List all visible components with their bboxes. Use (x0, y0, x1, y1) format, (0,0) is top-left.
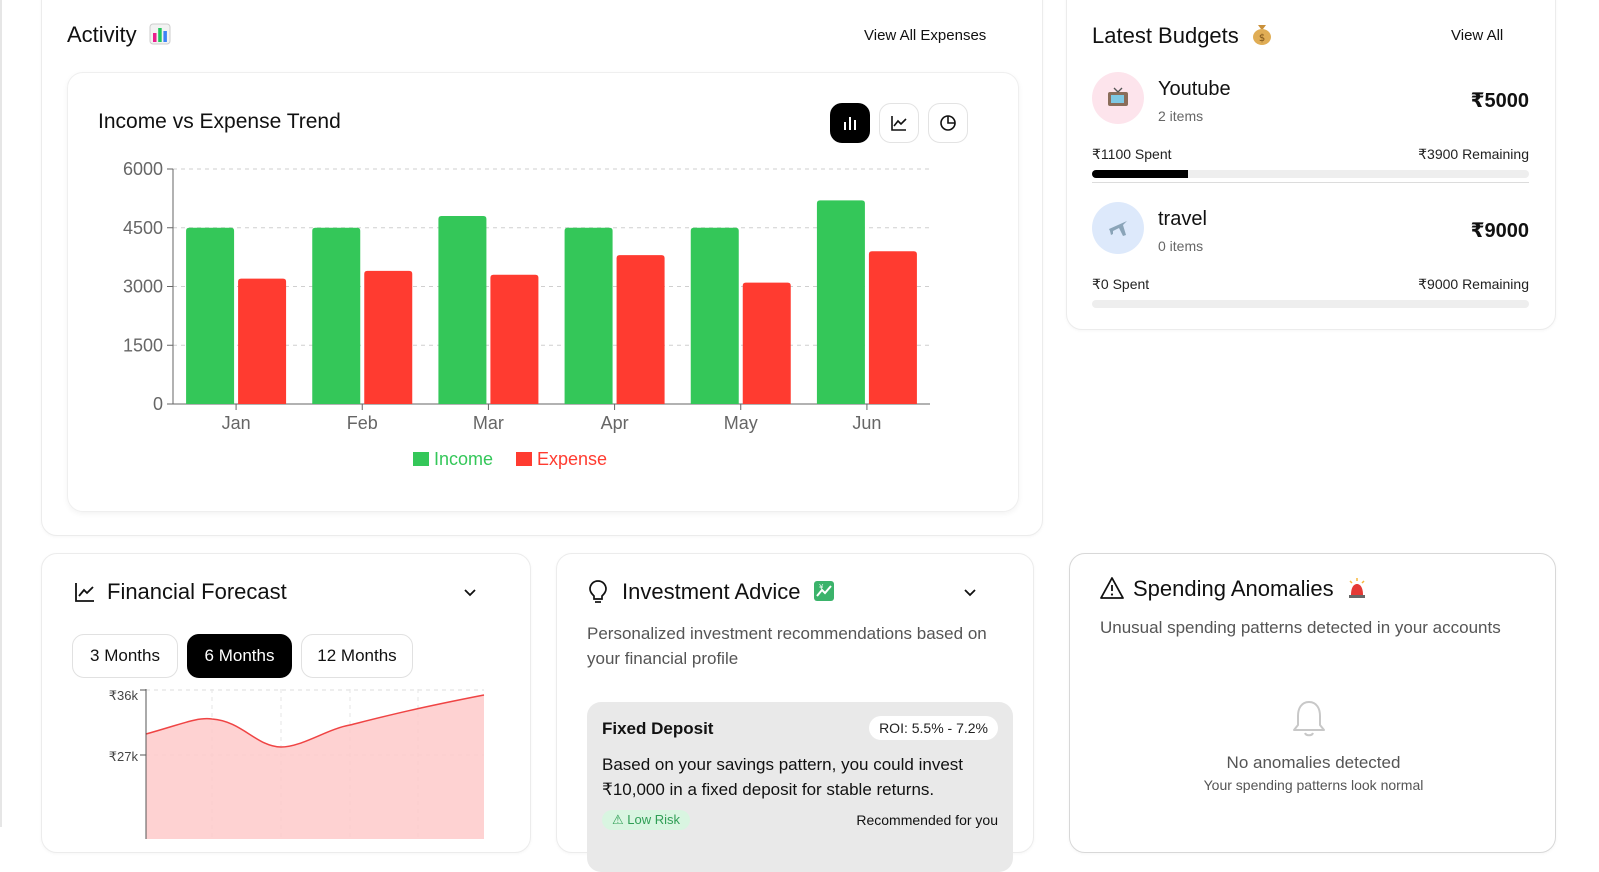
expense-bar (868, 251, 917, 404)
view-all-expenses-link[interactable]: View All Expenses (864, 27, 986, 44)
budget-items-count: 0 items (1158, 238, 1204, 254)
financial-forecast-card: Financial Forecast 3 Months 6 Months 12 … (41, 553, 531, 853)
anomalies-title-text: Spending Anomalies (1133, 576, 1334, 601)
y-tick-label: 1500 (123, 335, 163, 355)
lightbulb-icon (587, 579, 609, 610)
warning-icon: ⚠ (612, 812, 624, 827)
latest-budgets-card: Latest Budgets $ View All Youtube 2 item… (1066, 0, 1556, 330)
legend-swatch-income (413, 452, 429, 466)
y-tick-label: 4500 (123, 218, 163, 238)
budgets-title: Latest Budgets $ (1092, 22, 1273, 52)
investment-collapse-chevron-icon[interactable] (962, 584, 978, 605)
budget-item-youtube[interactable]: Youtube 2 items ₹5000 ₹1100 Spent ₹3900 … (1092, 72, 1529, 182)
roi-badge: ROI: 5.5% - 7.2% (869, 716, 998, 740)
budget-items-count: 2 items (1158, 108, 1204, 124)
investment-advice-item[interactable]: Fixed Deposit ROI: 5.5% - 7.2% Based on … (587, 702, 1013, 872)
forecast-collapse-chevron-icon[interactable] (462, 584, 478, 605)
trend-chart-icon (73, 580, 97, 609)
legend-label-income: Income (434, 449, 493, 469)
expense-bar (238, 278, 287, 404)
y-tick-label: 0 (153, 394, 163, 414)
x-tick-label: May (724, 413, 758, 433)
investment-description: Personalized investment recommendations … (587, 624, 987, 668)
forecast-ytick-label: ₹27k (109, 749, 139, 764)
income-expense-chart-card: Income vs Expense Trend 0 1500 3000 4500 600… (67, 72, 1019, 512)
advice-text: Based on your savings pattern, you could… (602, 755, 963, 799)
expense-bar (616, 255, 665, 404)
activity-title-text: Activity (67, 22, 137, 47)
alert-triangle-icon (1099, 576, 1125, 605)
empty-state-subtitle: Your spending patterns look normal (1203, 777, 1424, 793)
x-tick-label: Jun (852, 413, 881, 433)
svg-text:$: $ (1259, 33, 1265, 44)
budget-divider (1092, 182, 1529, 183)
x-tick-label: Mar (473, 413, 504, 433)
recommendation-note: Recommended for you (856, 812, 998, 828)
income-bar (186, 227, 235, 404)
spending-anomalies-card: Spending Anomalies Unusual spending patt… (1069, 553, 1556, 853)
budget-spent: ₹1100 Spent (1092, 146, 1172, 162)
x-tick-label: Apr (601, 413, 629, 433)
budget-amount: ₹9000 (1470, 220, 1529, 242)
forecast-area (146, 695, 484, 839)
airplane-icon (1092, 202, 1144, 254)
chart-increasing-yen-emoji-icon: ¥ (813, 580, 835, 608)
budget-spent: ₹0 Spent (1092, 276, 1150, 292)
budget-item-travel[interactable]: travel 0 items ₹9000 ₹0 Spent ₹9000 Rema… (1092, 202, 1529, 312)
legend-swatch-expense (516, 452, 532, 466)
expense-bar (742, 282, 791, 404)
activity-title: Activity (67, 22, 171, 51)
forecast-tab-12-months[interactable]: 12 Months (301, 634, 413, 678)
bell-icon (1290, 699, 1328, 744)
view-all-budgets-link[interactable]: View All (1451, 27, 1503, 44)
anomalies-description: Unusual spending patterns detected in yo… (1100, 618, 1501, 637)
income-expense-bar-chart: 0 1500 3000 4500 6000 Jan Feb Mar Apr May Jun Incom… (123, 159, 930, 469)
window-edge (0, 0, 2, 827)
budget-remaining: ₹9000 Remaining (1418, 276, 1529, 292)
investment-advice-card: Investment Advice ¥ Personalized investm… (556, 553, 1034, 872)
income-bar (816, 200, 865, 404)
budget-progress-fill (1092, 170, 1189, 178)
empty-state-title: No anomalies detected (1226, 753, 1401, 772)
police-light-emoji-icon (1346, 577, 1368, 605)
forecast-tab-3-months[interactable]: 3 Months (72, 634, 178, 678)
investment-title: Investment Advice ¥ (622, 579, 835, 608)
investment-title-text: Investment Advice (622, 579, 801, 604)
svg-text:¥: ¥ (819, 583, 824, 591)
activity-card: Activity View All Expenses Income vs Exp… (41, 0, 1043, 536)
advice-title: Fixed Deposit (602, 719, 714, 738)
income-bar (564, 227, 613, 404)
budget-remaining: ₹3900 Remaining (1418, 146, 1529, 162)
forecast-ytick-label: ₹36k (109, 689, 139, 703)
y-tick-label: 3000 (123, 277, 163, 297)
expense-bar (364, 270, 413, 404)
budget-amount: ₹5000 (1470, 90, 1529, 112)
budget-progress-bar (1092, 300, 1529, 308)
forecast-area-chart: ₹36k ₹27k (109, 689, 485, 839)
forecast-tab-6-months[interactable]: 6 Months (187, 634, 292, 678)
risk-badge: ⚠ Low Risk (602, 810, 691, 830)
forecast-title: Financial Forecast (107, 579, 287, 604)
budget-name: Youtube (1158, 78, 1231, 100)
x-tick-label: Feb (347, 413, 378, 433)
risk-badge-label: Low Risk (627, 812, 681, 827)
anomalies-title: Spending Anomalies (1133, 576, 1368, 605)
x-tick-label: Jan (222, 413, 251, 433)
legend-label-expense: Expense (537, 449, 607, 469)
budget-name: travel (1158, 208, 1207, 230)
budgets-title-text: Latest Budgets (1092, 23, 1239, 48)
income-bar (438, 216, 487, 404)
budget-progress-bar (1092, 170, 1529, 178)
income-bar (312, 227, 361, 404)
y-tick-label: 6000 (123, 159, 163, 179)
income-bar (690, 227, 739, 404)
bar-chart-emoji-icon (149, 23, 171, 51)
expense-bar (490, 274, 539, 404)
tv-icon (1092, 72, 1144, 124)
money-bag-emoji-icon: $ (1251, 22, 1273, 52)
